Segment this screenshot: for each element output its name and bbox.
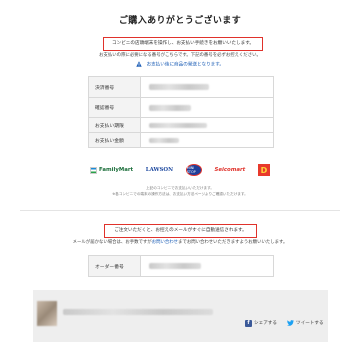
payment-deadline-value — [141, 118, 273, 132]
page-title: ご購入ありがとうございます — [118, 16, 242, 26]
payment-number-value — [141, 77, 273, 97]
payment-amount-label: お支払い金額 — [89, 133, 141, 147]
table-row: お支払い金額 — [89, 132, 273, 147]
table-row: お支払い期限 — [89, 117, 273, 132]
payment-instruction-alert: コンビニの店頭端末を操作し、お支払い手続きをお願いいたします。 — [103, 37, 263, 51]
order-number-value — [141, 256, 273, 276]
payment-deadline-label: お支払い期限 — [89, 118, 141, 132]
seicomart-logo: Seicomart — [214, 167, 246, 173]
confirmation-number-label: 確認番号 — [89, 98, 141, 117]
facebook-icon: f — [245, 319, 252, 327]
redacted-value — [149, 122, 207, 128]
redacted-value — [149, 137, 179, 143]
table-row: オーダー番号 — [89, 256, 273, 276]
redacted-value — [149, 104, 191, 111]
product-thumbnail — [37, 301, 57, 326]
section-divider — [20, 210, 340, 211]
info-icon — [136, 61, 142, 67]
confirmation-number-value — [141, 98, 273, 117]
familymart-mark-icon — [90, 166, 97, 174]
redacted-value — [149, 84, 209, 90]
payment-info-table: 決済番号 確認番号 お支払い期限 お支払い金額 — [88, 76, 274, 148]
redacted-value — [149, 263, 201, 269]
daily-yamazaki-logo: D — [257, 164, 270, 176]
shipping-notice-text: お支払い後に商品の発送となります。 — [146, 62, 224, 68]
email-notice-text: ご注文いただくと、お控えのメールがすぐに自動送信されます。 — [114, 228, 247, 233]
payment-number-note: お支払いの際に必要になる番号がこちらです。下記の番号を必ずお控えください。 — [99, 53, 261, 58]
order-number-label: オーダー番号 — [89, 256, 141, 276]
terminal-note: ※各コンビニでの端末の操作方法は、お支払い方法ページよりご確認いただけます。 — [112, 192, 248, 196]
twitter-bird-icon — [287, 320, 294, 327]
payment-number-label: 決済番号 — [89, 77, 141, 97]
redacted-product-name — [63, 309, 213, 315]
contact-link[interactable]: お問い合わせ — [152, 240, 178, 245]
share-footer: f シェアする ツイートする — [33, 290, 328, 342]
order-info-table: オーダー番号 — [88, 255, 274, 277]
store-note: 上記のコンビニでお支払いいただけます。 — [146, 186, 214, 190]
convenience-store-logos: FamilyMart LAWSON MINI STOP Seicomart D — [90, 160, 270, 180]
payment-instruction-text: コンビニの店頭端末を操作し、お支払い手続きをお願いいたします。 — [112, 41, 254, 46]
ministop-logo: MINI STOP — [185, 164, 202, 176]
email-help-text: メールが届かない場合は、お手数ですがお問い合わせまでお問い合わせいただきますよう… — [72, 240, 288, 245]
table-row: 決済番号 — [89, 77, 273, 97]
familymart-logo: FamilyMart — [90, 166, 133, 174]
facebook-share-button[interactable]: f シェアする — [245, 318, 277, 328]
email-notice-alert: ご注文いただくと、お控えのメールがすぐに自動送信されます。 — [104, 224, 257, 238]
lawson-logo: LAWSON — [145, 167, 174, 173]
payment-amount-value — [141, 133, 273, 147]
twitter-share-button[interactable]: ツイートする — [287, 318, 324, 328]
table-row: 確認番号 — [89, 97, 273, 117]
shipping-notice: お支払い後に商品の発送となります。 — [0, 61, 360, 68]
